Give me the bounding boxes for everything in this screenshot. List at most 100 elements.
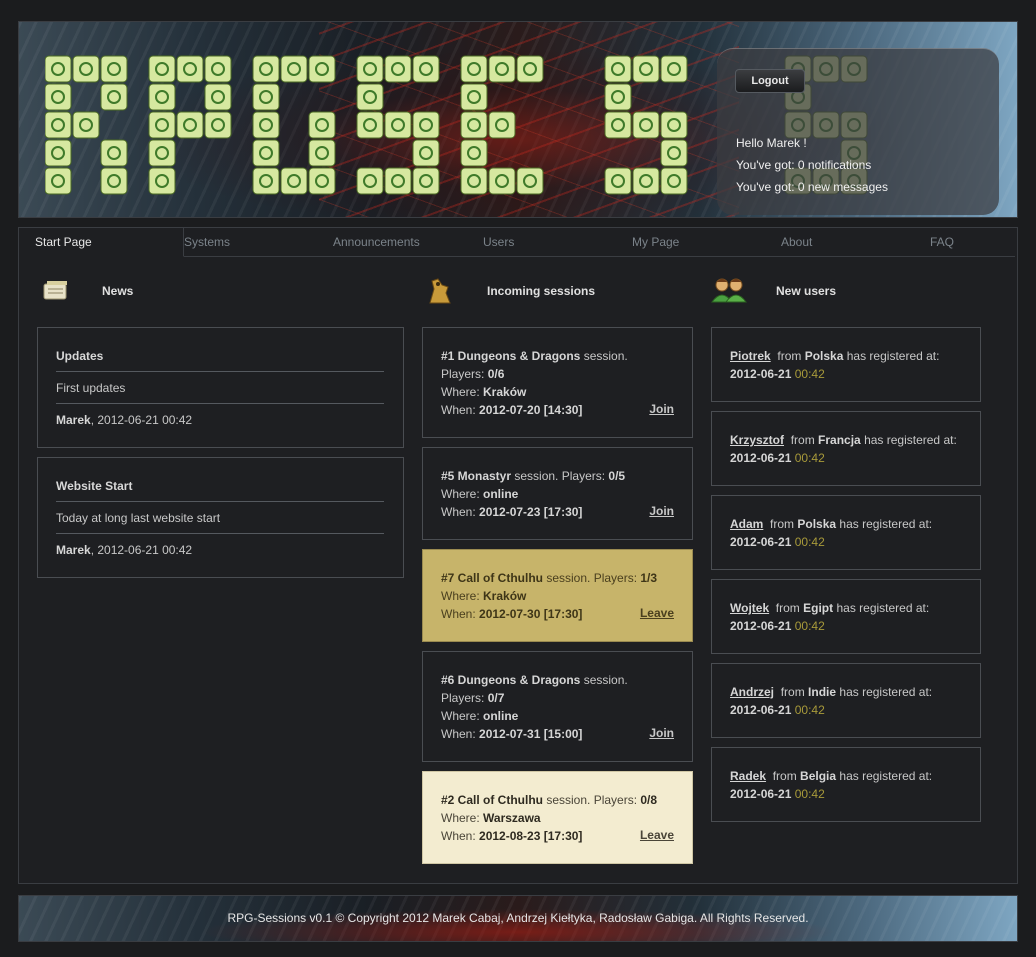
logo-dice-block: [660, 139, 688, 167]
logo-dice-block: [356, 111, 384, 139]
session-card: #5 Monastyr session. Players: 0/5 Where:…: [422, 447, 693, 540]
divider: [56, 501, 384, 502]
user-line: Radek from Belgia has registered at:: [730, 769, 932, 783]
notifications-text[interactable]: You've got: 0 notifications: [736, 158, 871, 172]
when-label: When:: [441, 403, 480, 417]
registered-label: has registered at:: [839, 685, 933, 699]
user-card: Adam from Polska has registered at: 2012-…: [711, 495, 981, 570]
session-name: #6 Dungeons & Dragons: [441, 673, 581, 687]
user-country: Polska: [804, 349, 844, 363]
join-button[interactable]: Join: [649, 504, 674, 518]
session-when: When: 2012-07-30 [17:30]: [441, 607, 582, 621]
logo-dice-block: [204, 83, 232, 111]
register-time: 00:42: [794, 619, 825, 633]
news-author: Marek: [56, 543, 91, 557]
user-country: Belgia: [800, 769, 837, 783]
join-button[interactable]: Join: [649, 402, 674, 416]
leave-button[interactable]: Leave: [640, 828, 674, 842]
logo-dice-block: [100, 167, 128, 195]
logo-dice-block: [632, 111, 660, 139]
where-value: online: [483, 709, 519, 723]
logo-dice-block: [604, 83, 632, 111]
join-button[interactable]: Join: [649, 726, 674, 740]
logo-dice-block: [604, 55, 632, 83]
logout-button[interactable]: Logout: [735, 69, 805, 93]
logo-dice-block: [488, 167, 516, 195]
logo-dice-block: [412, 139, 440, 167]
logo-dice-block: [412, 55, 440, 83]
logo-dice-block: [384, 111, 412, 139]
user-panel: Logout Hello Marek ! You've got: 0 notif…: [717, 48, 999, 215]
news-item-title: Updates: [56, 349, 104, 363]
user-card: Krzysztof from Francja has registered at…: [711, 411, 981, 486]
logo-dice-block: [412, 167, 440, 195]
tab-users[interactable]: Users: [483, 228, 514, 255]
news-item-meta: Marek, 2012-06-21 00:42: [56, 543, 192, 557]
user-line: Adam from Polska has registered at:: [730, 517, 932, 531]
when-value: 2012-07-31 [15:00]: [479, 727, 583, 741]
session-when: When: 2012-07-23 [17:30]: [441, 505, 582, 519]
news-item: Website Start Today at long last website…: [37, 457, 404, 578]
tab-systems[interactable]: Systems: [184, 228, 230, 255]
register-time: 00:42: [794, 451, 825, 465]
where-value: Kraków: [483, 589, 527, 603]
user-name-link[interactable]: Andrzej: [730, 685, 774, 699]
session-suffix: session. Players:: [543, 793, 641, 807]
tab-about[interactable]: About: [781, 228, 812, 255]
user-name-link[interactable]: Adam: [730, 517, 763, 531]
messages-text[interactable]: You've got: 0 new messages: [736, 180, 888, 194]
session-players: Players: 0/6: [441, 367, 504, 381]
where-label: Where:: [441, 487, 484, 501]
session-when: When: 2012-07-31 [15:00]: [441, 727, 582, 741]
logo-dice-block: [356, 83, 384, 111]
register-time: 00:42: [794, 787, 825, 801]
from-label: from: [790, 433, 815, 447]
logo-dice-block: [252, 111, 280, 139]
register-date: 2012-06-21: [730, 787, 792, 801]
news-item-body: First updates: [56, 381, 126, 395]
when-label: When:: [441, 727, 480, 741]
session-name-line: #5 Monastyr session. Players: 0/5: [441, 469, 625, 483]
register-time: 00:42: [794, 367, 825, 381]
players-label: Players:: [441, 367, 488, 381]
from-label: from: [777, 349, 802, 363]
divider: [56, 403, 384, 404]
session-where: Where: Kraków: [441, 385, 526, 399]
when-label: When:: [441, 829, 480, 843]
leave-button[interactable]: Leave: [640, 606, 674, 620]
logo-dice-block: [72, 111, 100, 139]
tab-announcements[interactable]: Announcements: [333, 228, 420, 255]
logo-dice-block: [280, 55, 308, 83]
logo-dice-block: [72, 55, 100, 83]
logo-dice-block: [660, 55, 688, 83]
from-label: from: [772, 769, 797, 783]
logo-dice-block: [632, 55, 660, 83]
logo-dice-block: [308, 139, 336, 167]
user-name-link[interactable]: Radek: [730, 769, 766, 783]
tab-faq[interactable]: FAQ: [930, 228, 954, 255]
user-name-link[interactable]: Wojtek: [730, 601, 769, 615]
user-name-link[interactable]: Piotrek: [730, 349, 771, 363]
logo-dice-block: [356, 167, 384, 195]
session-suffix: session.: [580, 349, 628, 363]
user-registered-date: 2012-06-21 00:42: [730, 787, 825, 801]
tab-start-page[interactable]: Start Page: [19, 228, 184, 257]
session-name: #7 Call of Cthulhu: [441, 571, 543, 585]
divider: [56, 533, 384, 534]
logo-dice-block: [516, 55, 544, 83]
registered-label: has registered at:: [864, 433, 957, 447]
greeting-text: Hello Marek !: [736, 136, 807, 150]
user-name-link[interactable]: Krzysztof: [730, 433, 784, 447]
register-date: 2012-06-21: [730, 535, 792, 549]
tab-my-page[interactable]: My Page: [632, 228, 679, 255]
logo-dice-block: [460, 111, 488, 139]
from-label: from: [770, 517, 795, 531]
session-card: #6 Dungeons & Dragons session. Players: …: [422, 651, 693, 762]
user-line: Andrzej from Indie has registered at:: [730, 685, 932, 699]
logo-dice-block: [632, 167, 660, 195]
logo-dice-block: [384, 167, 412, 195]
session-name-line: #6 Dungeons & Dragons session.: [441, 673, 628, 687]
user-registered-date: 2012-06-21 00:42: [730, 703, 825, 717]
news-date: , 2012-06-21 00:42: [90, 543, 193, 557]
session-card-joined: #7 Call of Cthulhu session. Players: 1/3…: [422, 549, 693, 642]
